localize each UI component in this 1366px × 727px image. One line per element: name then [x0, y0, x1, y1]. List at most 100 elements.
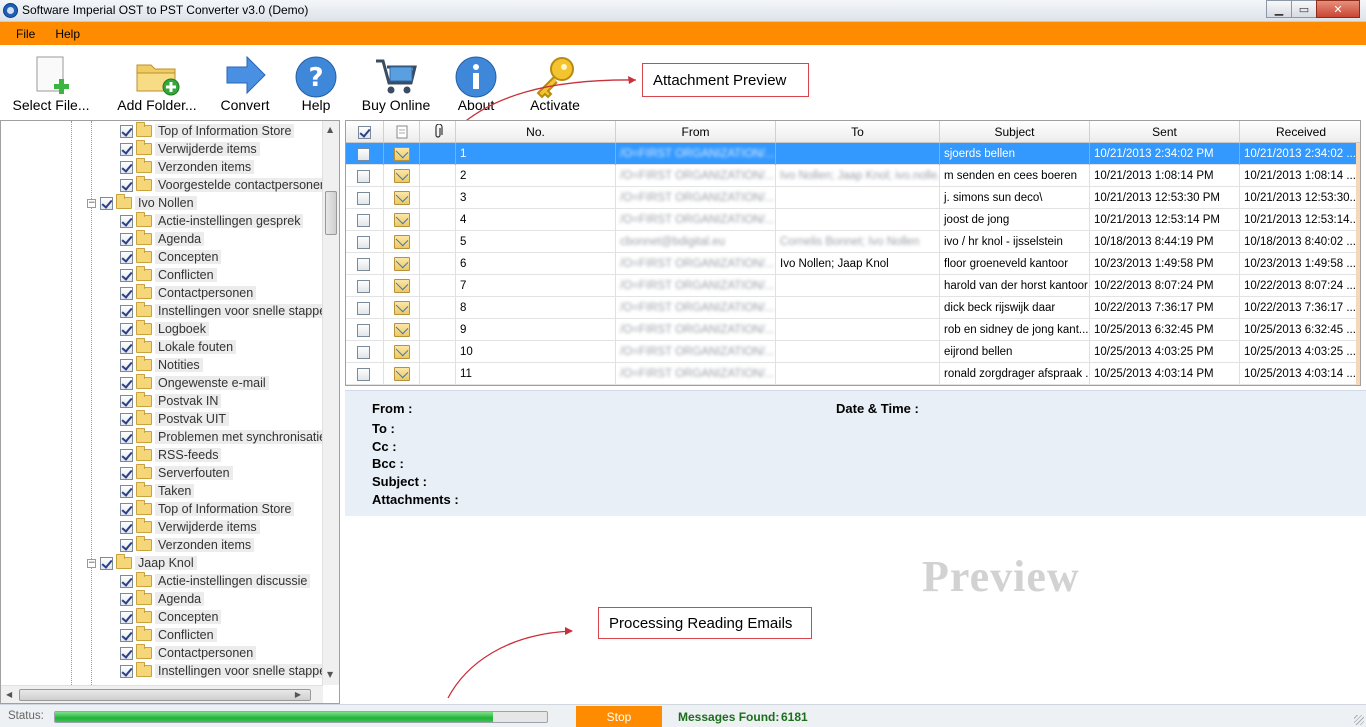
tree-checkbox[interactable] [120, 628, 133, 642]
tree-checkbox[interactable] [120, 574, 133, 588]
tree-node-folder[interactable]: Serverfouten [120, 464, 233, 482]
tree-node-folder[interactable]: Problemen met synchronisatie [120, 428, 323, 446]
tree-node-folder[interactable]: Actie-instellingen discussie [120, 572, 311, 590]
collapse-icon[interactable]: − [87, 198, 96, 208]
minimize-button[interactable]: ▁ [1266, 0, 1292, 18]
tree-checkbox[interactable] [120, 448, 133, 462]
header-subject[interactable]: Subject [940, 121, 1090, 143]
tree-node-folder[interactable]: Voorgestelde contactpersonen [120, 176, 323, 194]
select-file-button[interactable]: Select File... [8, 51, 94, 117]
tree-hscroll-thumb[interactable] [19, 689, 311, 701]
tree-node-mailbox[interactable]: − Jaap Knol [87, 554, 197, 572]
row-checkbox[interactable] [356, 367, 370, 381]
tree-node-folder[interactable]: Postvak UIT [120, 410, 230, 428]
row-checkbox[interactable] [356, 257, 370, 271]
row-checkbox[interactable] [356, 147, 370, 161]
table-row[interactable]: 8/O=FIRST ORGANIZATION/... dick beck rijs… [346, 297, 1360, 319]
tree-node-folder[interactable]: Notities [120, 356, 203, 374]
tree-node-folder[interactable]: Agenda [120, 230, 205, 248]
tree-node-folder[interactable]: Top of Information Store [120, 122, 295, 140]
table-row[interactable]: 5 cbonnet@bdigital.eu Cornelis Bonnet; Ivo… [346, 231, 1360, 253]
menu-help[interactable]: Help [43, 27, 88, 41]
tree-node-folder[interactable]: Contactpersonen [120, 644, 257, 662]
row-checkbox[interactable] [356, 213, 370, 227]
tree-checkbox[interactable] [120, 250, 133, 264]
tree-checkbox[interactable] [100, 556, 113, 570]
table-row[interactable]: 9/O=FIRST ORGANIZATION/... rob en sidney … [346, 319, 1360, 341]
cell-cb[interactable] [346, 209, 384, 231]
cell-cb[interactable] [346, 165, 384, 187]
table-row[interactable]: 10/O=FIRST ORGANIZATION/... eijrond belle… [346, 341, 1360, 363]
resize-grip-icon[interactable] [1354, 715, 1364, 725]
tree-checkbox[interactable] [120, 610, 133, 624]
tree-node-folder[interactable]: Ongewenste e-mail [120, 374, 269, 392]
scroll-up-icon[interactable]: ▲ [327, 125, 333, 134]
tree-node-folder[interactable]: Verwijderde items [120, 140, 260, 158]
collapse-icon[interactable]: − [87, 558, 96, 568]
row-checkbox[interactable] [356, 235, 370, 249]
header-sent[interactable]: Sent [1090, 121, 1240, 143]
tree-checkbox[interactable] [100, 196, 113, 210]
cell-cb[interactable] [346, 187, 384, 209]
header-attachment[interactable] [420, 121, 456, 143]
tree-scroll-thumb[interactable] [325, 191, 337, 235]
cell-cb[interactable] [346, 297, 384, 319]
cell-cb[interactable] [346, 319, 384, 341]
maximize-button[interactable]: ▭ [1291, 0, 1317, 18]
tree-checkbox[interactable] [120, 502, 133, 516]
help-button[interactable]: ? Help [290, 51, 342, 117]
tree-checkbox[interactable] [120, 340, 133, 354]
tree-checkbox[interactable] [120, 592, 133, 606]
tree-checkbox[interactable] [120, 430, 133, 444]
convert-button[interactable]: Convert [214, 51, 276, 117]
tree-node-folder[interactable]: Lokale fouten [120, 338, 237, 356]
tree-node-folder[interactable]: Verwijderde items [120, 518, 260, 536]
scroll-right-icon[interactable]: ▶ [295, 690, 301, 699]
tree-checkbox[interactable] [120, 142, 133, 156]
tree-checkbox[interactable] [120, 304, 133, 318]
tree-vertical-scrollbar[interactable]: ▲ ▼ [322, 121, 339, 685]
tree-checkbox[interactable] [120, 358, 133, 372]
tree-node-folder[interactable]: Concepten [120, 248, 222, 266]
tree-checkbox[interactable] [120, 160, 133, 174]
table-row[interactable]: 1/O=FIRST ORGANIZATION/... sjoerds bellen… [346, 143, 1360, 165]
scroll-down-icon[interactable]: ▼ [327, 670, 333, 679]
header-type[interactable] [384, 121, 420, 143]
cell-cb[interactable] [346, 231, 384, 253]
tree-node-folder[interactable]: Taken [120, 482, 195, 500]
table-row[interactable]: 2/O=FIRST ORGANIZATION/... Ivo Nollen; Ja… [346, 165, 1360, 187]
table-row[interactable]: 3/O=FIRST ORGANIZATION/... j. simons sun … [346, 187, 1360, 209]
tree-checkbox[interactable] [120, 484, 133, 498]
header-from[interactable]: From [616, 121, 776, 143]
header-to[interactable]: To [776, 121, 940, 143]
tree-node-folder[interactable]: Instellingen voor snelle stappen [120, 302, 323, 320]
row-checkbox[interactable] [356, 323, 370, 337]
tree-node-folder[interactable]: Postvak IN [120, 392, 222, 410]
row-checkbox[interactable] [356, 345, 370, 359]
tree-horizontal-scrollbar[interactable]: ◀ ▶ [1, 685, 323, 703]
cell-cb[interactable] [346, 341, 384, 363]
tree-node-folder[interactable]: Instellingen voor snelle stappen [120, 662, 323, 680]
tree-checkbox[interactable] [120, 664, 133, 678]
tree-node-mailbox[interactable]: − Ivo Nollen [87, 194, 197, 212]
tree-node-folder[interactable]: RSS-feeds [120, 446, 222, 464]
row-checkbox[interactable] [356, 191, 370, 205]
tree-node-folder[interactable]: Agenda [120, 590, 205, 608]
table-row[interactable]: 6/O=FIRST ORGANIZATION/... Ivo Nollen; Ja… [346, 253, 1360, 275]
tree-node-folder[interactable]: Contactpersonen [120, 284, 257, 302]
menu-file[interactable]: File [0, 27, 43, 41]
tree-checkbox[interactable] [120, 124, 133, 138]
row-checkbox[interactable] [356, 279, 370, 293]
add-folder-button[interactable]: Add Folder... [112, 51, 202, 117]
close-button[interactable]: ✕ [1316, 0, 1360, 18]
table-row[interactable]: 7/O=FIRST ORGANIZATION/... harold van der… [346, 275, 1360, 297]
tree-node-folder[interactable]: Conflicten [120, 266, 217, 284]
table-row[interactable]: 11/O=FIRST ORGANIZATION/... ronald zorgdr… [346, 363, 1360, 385]
buy-online-button[interactable]: Buy Online [358, 51, 434, 117]
row-checkbox[interactable] [356, 169, 370, 183]
header-received[interactable]: Received [1240, 121, 1360, 143]
tree-node-folder[interactable]: Top of Information Store [120, 500, 295, 518]
select-all-checkbox[interactable] [358, 125, 371, 139]
tree-node-folder[interactable]: Actie-instellingen gesprek [120, 212, 304, 230]
cell-cb[interactable] [346, 253, 384, 275]
